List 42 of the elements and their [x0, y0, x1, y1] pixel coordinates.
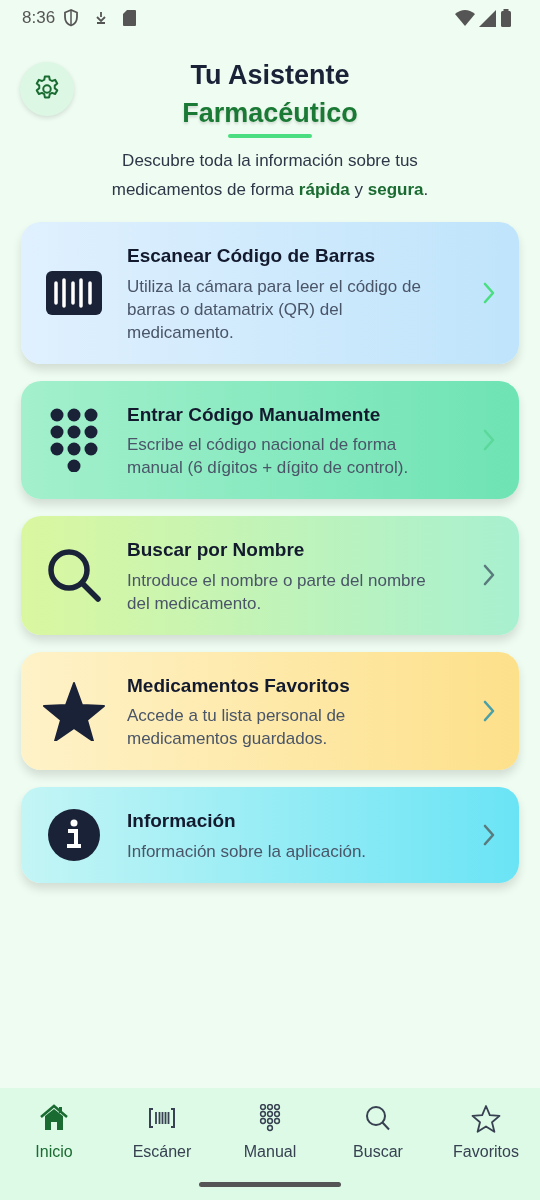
chevron-right-icon: [483, 428, 495, 451]
description: Descubre toda la información sobre tus medicamentos de forma rápida y segura.: [110, 150, 430, 201]
search-icon: [46, 547, 102, 604]
sd-card-icon: [123, 10, 137, 26]
keypad-icon: [50, 407, 98, 472]
nav-tab[interactable]: Manual: [220, 1104, 320, 1164]
card-description: Utiliza la cámara para leer el código de barras o datamatrix (QR) del medicamento.: [127, 275, 422, 344]
status-time: 8:36: [22, 7, 56, 30]
card-description: Accede a tu lista personal de medicamentos guardados.: [127, 705, 347, 750]
chevron-right-icon: [483, 823, 495, 846]
menu-card[interactable]: Entrar Código Manualmente Escribe el código nacional de forma manual (6 dígitos + dígito de control).: [21, 380, 519, 499]
battery-icon: [500, 9, 512, 27]
info-icon: [48, 808, 100, 861]
card-title: Escanear Código de Barras: [127, 244, 377, 268]
card-title: Medicamentos Favoritos: [127, 673, 351, 698]
nav-tab[interactable]: Buscar: [328, 1104, 428, 1164]
signal-icon: [479, 9, 496, 27]
card-description: Información sobre la aplicación.: [127, 840, 368, 863]
card-title: Entrar Código Manualmente: [127, 402, 382, 427]
nav-tab[interactable]: Inicio: [4, 1104, 104, 1164]
wifi-icon: [455, 10, 475, 26]
chevron-right-icon: [483, 564, 495, 587]
settings-button[interactable]: [20, 62, 74, 116]
download-icon: [95, 11, 108, 25]
nav-tab[interactable]: Favoritos: [436, 1104, 536, 1164]
card-title: Información: [127, 809, 237, 833]
card-title: Buscar por Nombre: [127, 538, 306, 562]
app-title: Tu Asistente: [190, 59, 350, 92]
card-description: Escribe el código nacional de forma manual (6 dígitos + dígito de control).: [127, 434, 410, 479]
barcode-icon: [46, 270, 102, 315]
chevron-right-icon: [483, 699, 495, 722]
app-subtitle: Farmacéutico: [182, 97, 358, 130]
chevron-right-icon: [483, 281, 495, 304]
menu-card[interactable]: Escanear Código de Barras Utiliza la cámara para leer el código de barras o datamatrix (QR) del medicamento.: [21, 222, 519, 364]
menu-card[interactable]: Información Información sobre la aplicación.: [21, 787, 519, 883]
nav-tab[interactable]: Escáner: [112, 1104, 212, 1164]
card-description: Introduce el nombre o parte del nombre del medicamento.: [127, 569, 427, 615]
star-icon[interactable]: [471, 1104, 501, 1134]
menu-card[interactable]: Buscar por Nombre Introduce el nombre o parte del nombre del medicamento.: [21, 516, 519, 635]
star-icon: [43, 680, 105, 741]
shield-icon: [63, 9, 80, 27]
menu-card[interactable]: Medicamentos Favoritos Accede a tu lista personal de medicamentos guardados.: [21, 651, 519, 770]
